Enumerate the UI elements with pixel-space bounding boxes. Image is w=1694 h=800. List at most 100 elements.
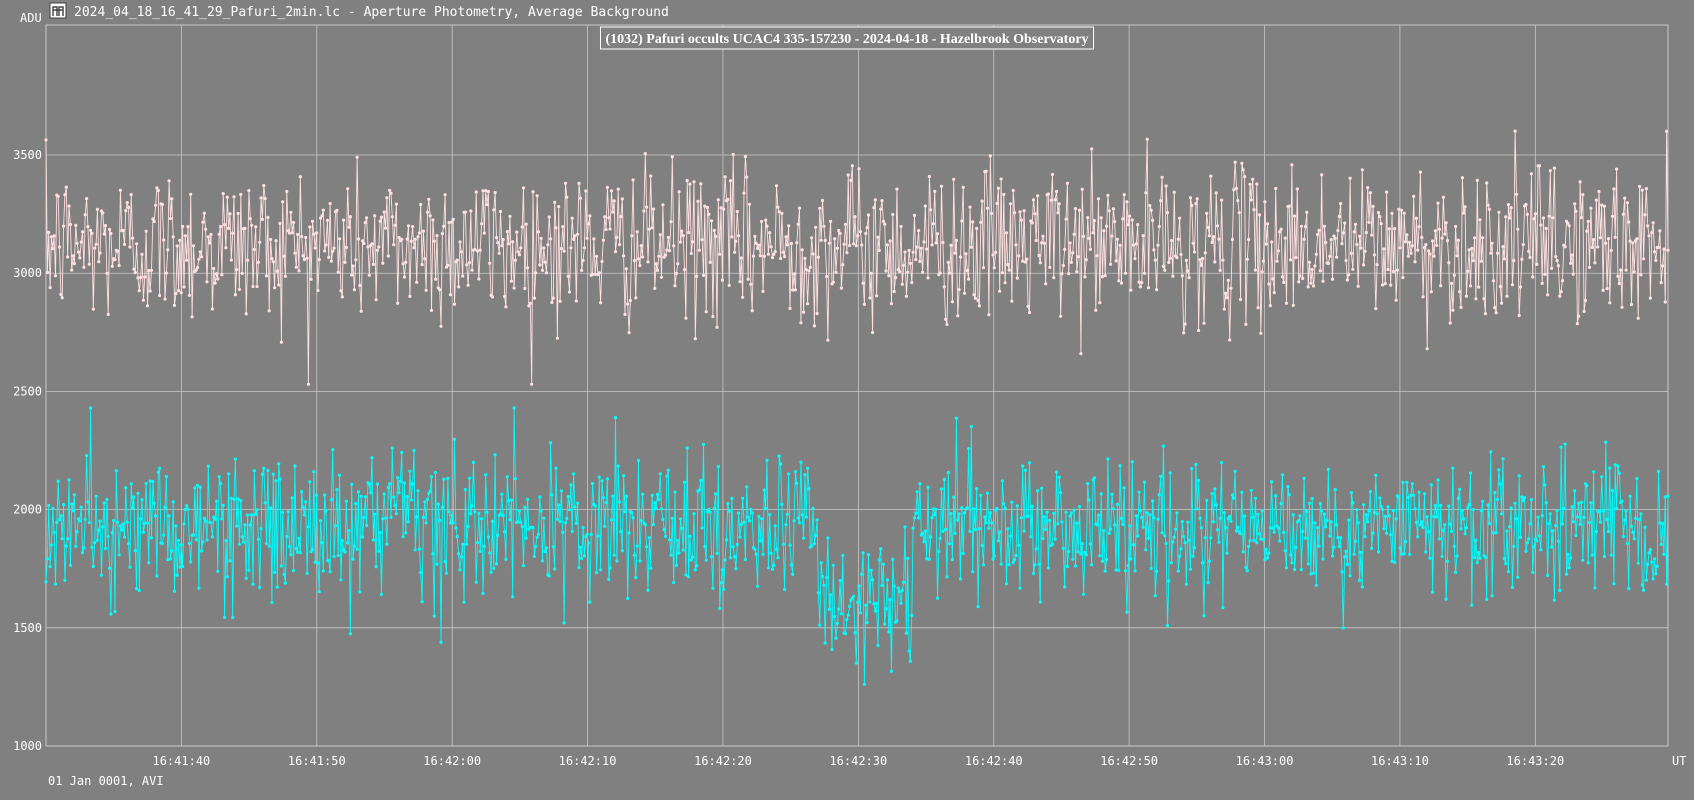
data-point-target — [1435, 515, 1439, 519]
data-point-target — [1251, 515, 1255, 519]
data-point-comparison — [335, 208, 339, 212]
data-point-comparison — [216, 277, 220, 281]
data-point-target — [1123, 569, 1128, 573]
data-point-comparison — [783, 254, 787, 259]
data-point-comparison — [1053, 198, 1057, 202]
data-point-target — [1252, 538, 1256, 543]
data-point-target — [1448, 522, 1452, 526]
data-point-comparison — [60, 296, 64, 300]
data-point-target — [756, 584, 760, 588]
data-point-target — [1663, 495, 1667, 499]
data-point-comparison — [701, 273, 706, 277]
data-point-comparison — [139, 275, 143, 279]
data-point-target — [792, 519, 796, 523]
data-point-target — [580, 556, 584, 561]
data-point-target — [1399, 552, 1404, 556]
data-point-comparison — [296, 232, 300, 237]
data-point-comparison — [540, 268, 545, 272]
data-point-comparison — [1663, 300, 1667, 304]
data-point-target — [1505, 529, 1509, 533]
data-point-comparison — [133, 271, 137, 275]
data-point-target — [1352, 552, 1356, 556]
data-point-target — [952, 495, 956, 499]
data-point-comparison — [1643, 213, 1647, 217]
data-point-target — [1294, 545, 1298, 549]
data-point-comparison — [1282, 280, 1286, 284]
data-point-comparison — [362, 241, 366, 246]
data-point-target — [1179, 547, 1183, 551]
data-point-comparison — [727, 283, 731, 287]
data-point-target — [899, 601, 903, 605]
data-point-target — [1002, 502, 1006, 506]
data-point-comparison — [657, 254, 661, 258]
data-point-target — [526, 497, 530, 501]
data-point-target — [555, 517, 560, 521]
data-point-comparison — [539, 236, 543, 240]
data-point-target — [435, 562, 439, 566]
data-point-target — [289, 553, 293, 557]
data-point-target — [1151, 499, 1155, 503]
data-point-target — [875, 601, 879, 605]
data-point-comparison — [1567, 224, 1571, 228]
data-point-comparison — [814, 225, 818, 229]
data-point-target — [941, 529, 945, 534]
data-point-comparison — [424, 288, 428, 292]
data-point-target — [49, 543, 54, 547]
data-point-comparison — [1022, 209, 1026, 213]
data-point-target — [956, 518, 960, 522]
data-point-comparison — [1178, 216, 1182, 220]
data-point-comparison — [875, 294, 879, 298]
data-point-target — [547, 574, 551, 578]
data-point-target — [600, 479, 604, 483]
data-point-target — [841, 553, 845, 558]
data-point-comparison — [136, 276, 140, 280]
data-point-comparison — [1151, 218, 1155, 222]
data-point-target — [1566, 552, 1570, 556]
data-point-target — [973, 528, 978, 532]
data-point-target — [1076, 550, 1080, 554]
data-point-comparison — [51, 247, 55, 251]
data-point-comparison — [799, 321, 803, 325]
data-point-comparison — [82, 265, 86, 269]
data-point-comparison — [1399, 208, 1404, 212]
data-point-target — [114, 469, 118, 473]
data-point-target — [1280, 473, 1285, 477]
data-point-comparison — [1661, 264, 1665, 268]
data-point-comparison — [914, 257, 918, 262]
data-point-comparison — [1041, 234, 1045, 238]
data-point-target — [1084, 553, 1088, 557]
data-point-target — [1665, 582, 1669, 586]
data-point-comparison — [1061, 263, 1065, 268]
data-point-comparison — [546, 243, 550, 247]
data-point-comparison — [655, 268, 660, 272]
data-point-comparison — [263, 197, 267, 201]
data-point-comparison — [1574, 209, 1578, 213]
data-point-target — [985, 491, 990, 495]
data-point-comparison — [363, 221, 367, 225]
data-point-target — [217, 475, 221, 479]
data-point-comparison — [289, 210, 293, 214]
data-point-comparison — [601, 238, 606, 242]
data-point-comparison — [866, 213, 871, 217]
data-point-target — [743, 557, 748, 562]
data-point-comparison — [1416, 248, 1420, 252]
data-point-comparison — [302, 258, 306, 262]
data-point-comparison — [1601, 288, 1605, 292]
data-point-comparison — [1410, 244, 1414, 248]
data-point-comparison — [256, 260, 260, 264]
data-point-comparison — [53, 274, 58, 278]
data-point-comparison — [1482, 297, 1486, 301]
data-point-target — [774, 547, 779, 551]
data-point-target — [551, 545, 555, 549]
data-point-target — [799, 460, 803, 464]
data-point-target — [1643, 525, 1647, 529]
data-point-target — [1259, 537, 1263, 541]
data-point-comparison — [1291, 303, 1295, 307]
data-point-target — [1655, 564, 1659, 569]
data-point-comparison — [1245, 257, 1249, 261]
data-point-target — [1433, 504, 1437, 508]
data-point-target — [195, 483, 200, 487]
data-point-target — [906, 556, 910, 560]
data-point-target — [1053, 537, 1057, 541]
data-point-target — [1264, 547, 1268, 552]
